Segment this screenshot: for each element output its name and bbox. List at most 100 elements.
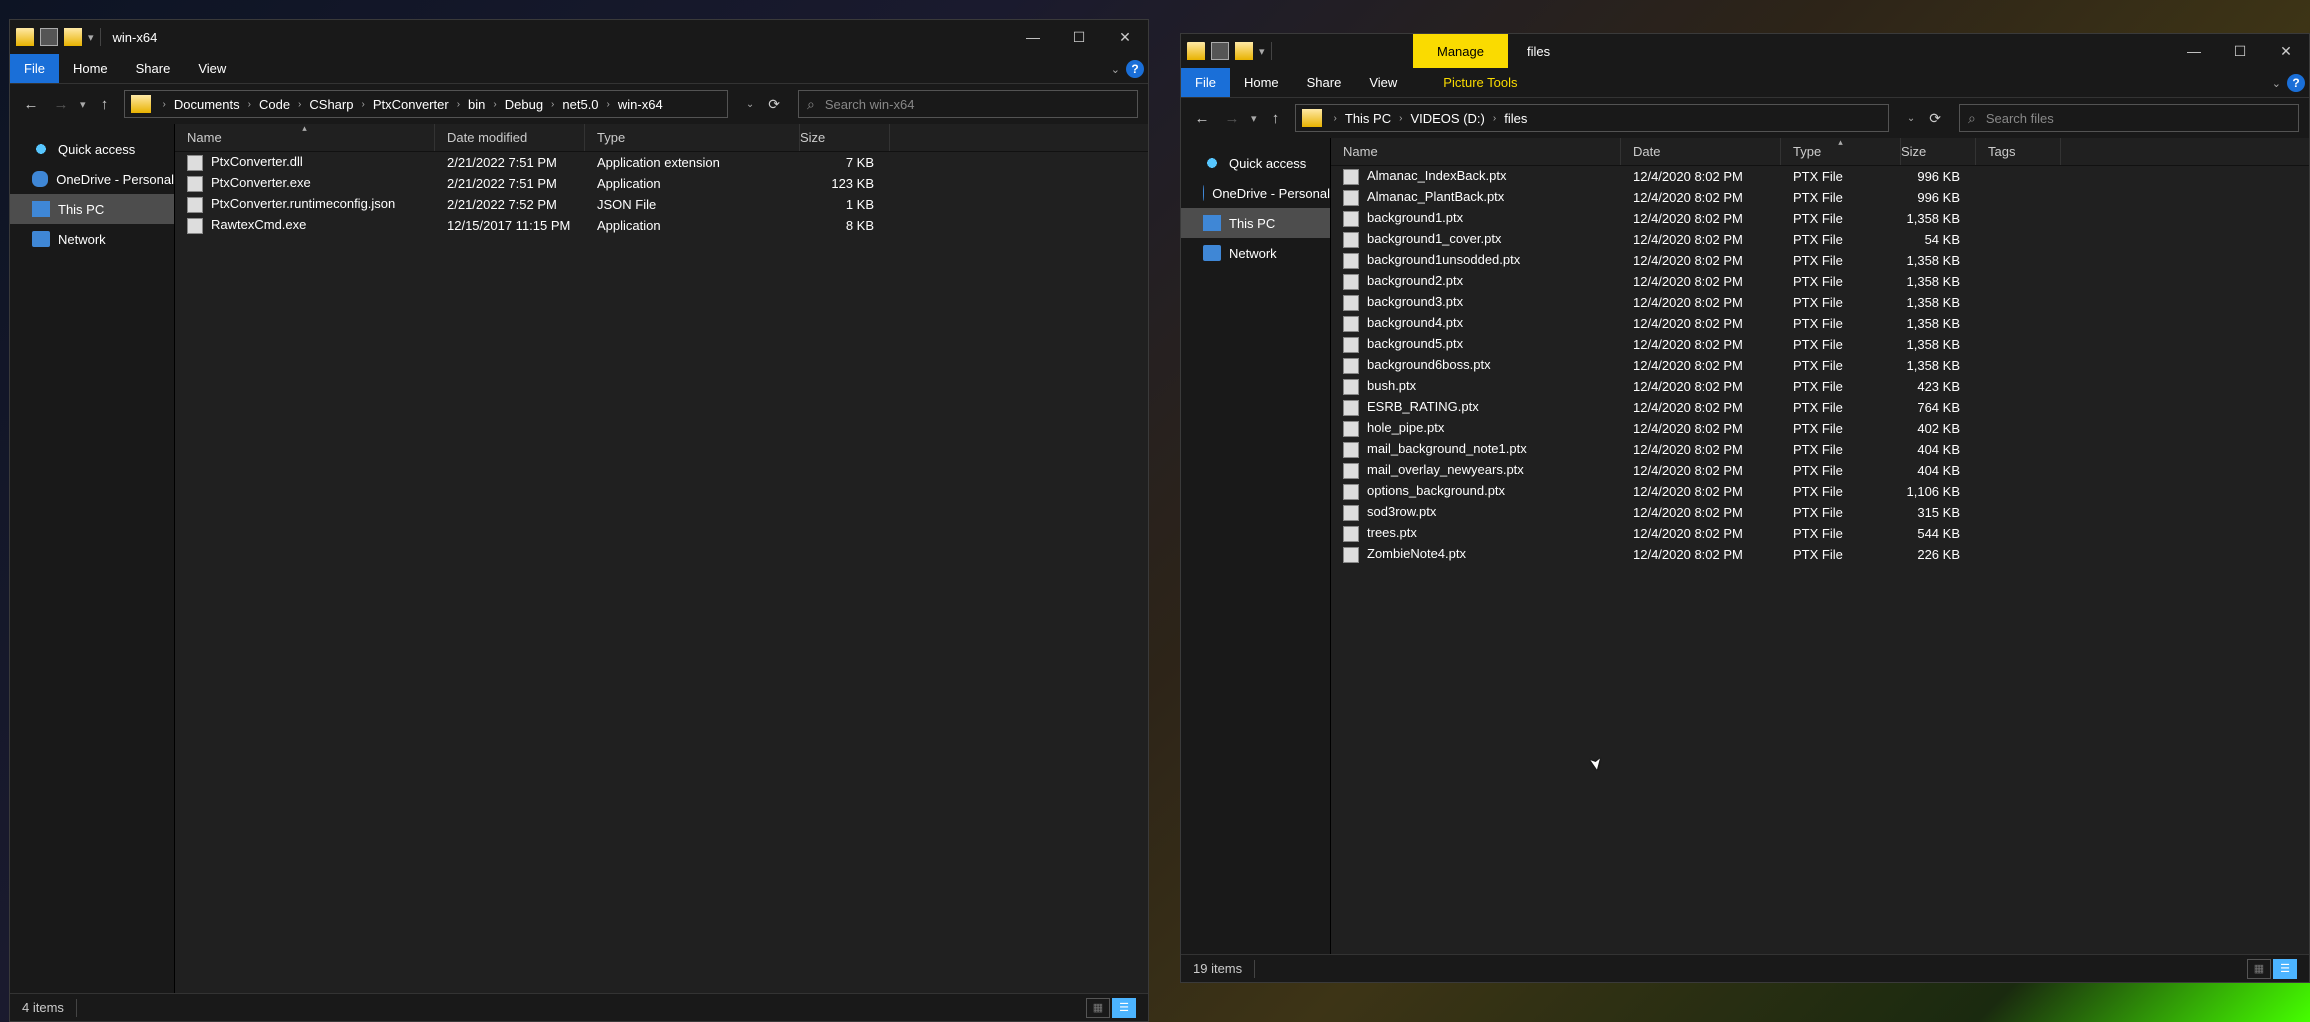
- breadcrumb[interactable]: This PC: [1343, 111, 1393, 126]
- tab-view[interactable]: View: [184, 54, 240, 83]
- file-row[interactable]: background1.ptx12/4/2020 8:02 PMPTX File…: [1331, 208, 2309, 229]
- column-header-date[interactable]: Date: [1621, 138, 1781, 165]
- nav-item-onedrive-personal[interactable]: OneDrive - Personal: [10, 164, 174, 194]
- view-details-button[interactable]: ☰: [2273, 959, 2297, 979]
- breadcrumb[interactable]: Documents: [172, 97, 242, 112]
- new-folder-icon[interactable]: [64, 28, 82, 46]
- file-row[interactable]: ZombieNote4.ptx12/4/2020 8:02 PMPTX File…: [1331, 544, 2309, 565]
- search-input[interactable]: ⌕ Search win-x64: [798, 90, 1138, 118]
- file-row[interactable]: sod3row.ptx12/4/2020 8:02 PMPTX File315 …: [1331, 502, 2309, 523]
- ribbon-collapse-icon[interactable]: ⌄: [2272, 77, 2281, 90]
- refresh-icon[interactable]: ⟳: [1923, 110, 1947, 127]
- column-header-date-modified[interactable]: Date modified: [435, 124, 585, 151]
- up-button[interactable]: ↑: [94, 93, 116, 115]
- tab-home[interactable]: Home: [59, 54, 122, 83]
- column-header-type[interactable]: Type▴: [1781, 138, 1901, 165]
- file-row[interactable]: options_background.ptx12/4/2020 8:02 PMP…: [1331, 481, 2309, 502]
- tab-home[interactable]: Home: [1230, 68, 1293, 97]
- chevron-right-icon[interactable]: ›: [601, 99, 616, 110]
- back-button[interactable]: ←: [20, 93, 42, 115]
- file-row[interactable]: Almanac_PlantBack.ptx12/4/2020 8:02 PMPT…: [1331, 187, 2309, 208]
- column-header-tags[interactable]: Tags: [1976, 138, 2061, 165]
- chevron-right-icon[interactable]: ›: [487, 99, 502, 110]
- breadcrumb[interactable]: VIDEOS (D:): [1408, 111, 1486, 126]
- titlebar[interactable]: ▾ win-x64 — ☐ ✕: [10, 20, 1148, 54]
- properties-icon[interactable]: [1211, 42, 1229, 60]
- chevron-right-icon[interactable]: ›: [157, 99, 172, 110]
- chevron-right-icon[interactable]: ›: [292, 99, 307, 110]
- file-row[interactable]: mail_overlay_newyears.ptx12/4/2020 8:02 …: [1331, 460, 2309, 481]
- file-row[interactable]: Almanac_IndexBack.ptx12/4/2020 8:02 PMPT…: [1331, 166, 2309, 187]
- file-row[interactable]: mail_background_note1.ptx12/4/2020 8:02 …: [1331, 439, 2309, 460]
- chevron-right-icon[interactable]: ›: [1393, 113, 1408, 124]
- nav-item-quick-access[interactable]: Quick access: [1181, 148, 1330, 178]
- column-header-type[interactable]: Type: [585, 124, 800, 151]
- tab-file[interactable]: File: [10, 54, 59, 83]
- file-row[interactable]: trees.ptx12/4/2020 8:02 PMPTX File544 KB: [1331, 523, 2309, 544]
- contextual-tab-group[interactable]: Manage: [1413, 34, 1508, 68]
- close-button[interactable]: ✕: [2263, 34, 2309, 68]
- nav-item-this-pc[interactable]: This PC: [1181, 208, 1330, 238]
- help-icon[interactable]: ?: [2287, 74, 2305, 92]
- file-row[interactable]: background4.ptx12/4/2020 8:02 PMPTX File…: [1331, 313, 2309, 334]
- new-folder-icon[interactable]: [1235, 42, 1253, 60]
- breadcrumb[interactable]: Debug: [503, 97, 545, 112]
- nav-item-quick-access[interactable]: Quick access: [10, 134, 174, 164]
- close-button[interactable]: ✕: [1102, 20, 1148, 54]
- address-dropdown-icon[interactable]: ⌄: [1901, 113, 1921, 124]
- view-details-button[interactable]: ☰: [1112, 998, 1136, 1018]
- file-row[interactable]: bush.ptx12/4/2020 8:02 PMPTX File423 KB: [1331, 376, 2309, 397]
- breadcrumb[interactable]: PtxConverter: [371, 97, 451, 112]
- file-row[interactable]: PtxConverter.exe2/21/2022 7:51 PMApplica…: [175, 173, 1148, 194]
- address-bar[interactable]: › Documents›Code›CSharp›PtxConverter›bin…: [124, 90, 728, 118]
- tab-view[interactable]: View: [1355, 68, 1411, 97]
- breadcrumb[interactable]: bin: [466, 97, 487, 112]
- file-row[interactable]: background3.ptx12/4/2020 8:02 PMPTX File…: [1331, 292, 2309, 313]
- maximize-button[interactable]: ☐: [1056, 20, 1102, 54]
- file-row[interactable]: background1_cover.ptx12/4/2020 8:02 PMPT…: [1331, 229, 2309, 250]
- tab-picture-tools[interactable]: Picture Tools: [1429, 68, 1531, 97]
- file-row[interactable]: PtxConverter.dll2/21/2022 7:51 PMApplica…: [175, 152, 1148, 173]
- column-header-name[interactable]: Name▴: [175, 124, 435, 151]
- file-row[interactable]: background6boss.ptx12/4/2020 8:02 PMPTX …: [1331, 355, 2309, 376]
- file-row[interactable]: background2.ptx12/4/2020 8:02 PMPTX File…: [1331, 271, 2309, 292]
- breadcrumb[interactable]: net5.0: [560, 97, 600, 112]
- nav-item-onedrive-personal[interactable]: OneDrive - Personal: [1181, 178, 1330, 208]
- address-dropdown-icon[interactable]: ⌄: [740, 99, 760, 110]
- chevron-right-icon[interactable]: ›: [1487, 113, 1502, 124]
- qat-dropdown-icon[interactable]: ▾: [1259, 45, 1265, 58]
- help-icon[interactable]: ?: [1126, 60, 1144, 78]
- up-button[interactable]: ↑: [1265, 107, 1287, 129]
- maximize-button[interactable]: ☐: [2217, 34, 2263, 68]
- column-header-size[interactable]: Size: [1901, 138, 1976, 165]
- nav-item-network[interactable]: Network: [10, 224, 174, 254]
- minimize-button[interactable]: —: [1010, 20, 1056, 54]
- chevron-right-icon[interactable]: ›: [355, 99, 370, 110]
- file-rows[interactable]: PtxConverter.dll2/21/2022 7:51 PMApplica…: [175, 152, 1148, 993]
- file-rows[interactable]: Almanac_IndexBack.ptx12/4/2020 8:02 PMPT…: [1331, 166, 2309, 954]
- nav-item-network[interactable]: Network: [1181, 238, 1330, 268]
- breadcrumb[interactable]: win-x64: [616, 97, 665, 112]
- tab-file[interactable]: File: [1181, 68, 1230, 97]
- file-row[interactable]: ESRB_RATING.ptx12/4/2020 8:02 PMPTX File…: [1331, 397, 2309, 418]
- column-header-size[interactable]: Size: [800, 124, 890, 151]
- view-large-icons-button[interactable]: ▦: [2247, 959, 2271, 979]
- forward-button[interactable]: →: [50, 93, 72, 115]
- file-row[interactable]: background5.ptx12/4/2020 8:02 PMPTX File…: [1331, 334, 2309, 355]
- tab-share[interactable]: Share: [1293, 68, 1356, 97]
- breadcrumb[interactable]: Code: [257, 97, 292, 112]
- file-row[interactable]: hole_pipe.ptx12/4/2020 8:02 PMPTX File40…: [1331, 418, 2309, 439]
- nav-item-this-pc[interactable]: This PC: [10, 194, 174, 224]
- view-large-icons-button[interactable]: ▦: [1086, 998, 1110, 1018]
- search-input[interactable]: ⌕ Search files: [1959, 104, 2299, 132]
- chevron-right-icon[interactable]: ›: [242, 99, 257, 110]
- properties-icon[interactable]: [40, 28, 58, 46]
- chevron-right-icon[interactable]: ›: [545, 99, 560, 110]
- column-header-name[interactable]: Name: [1331, 138, 1621, 165]
- breadcrumb[interactable]: CSharp: [307, 97, 355, 112]
- back-button[interactable]: ←: [1191, 107, 1213, 129]
- chevron-right-icon[interactable]: ›: [1328, 113, 1343, 124]
- ribbon-collapse-icon[interactable]: ⌄: [1111, 63, 1120, 76]
- address-bar[interactable]: › This PC›VIDEOS (D:)›files: [1295, 104, 1889, 132]
- minimize-button[interactable]: —: [2171, 34, 2217, 68]
